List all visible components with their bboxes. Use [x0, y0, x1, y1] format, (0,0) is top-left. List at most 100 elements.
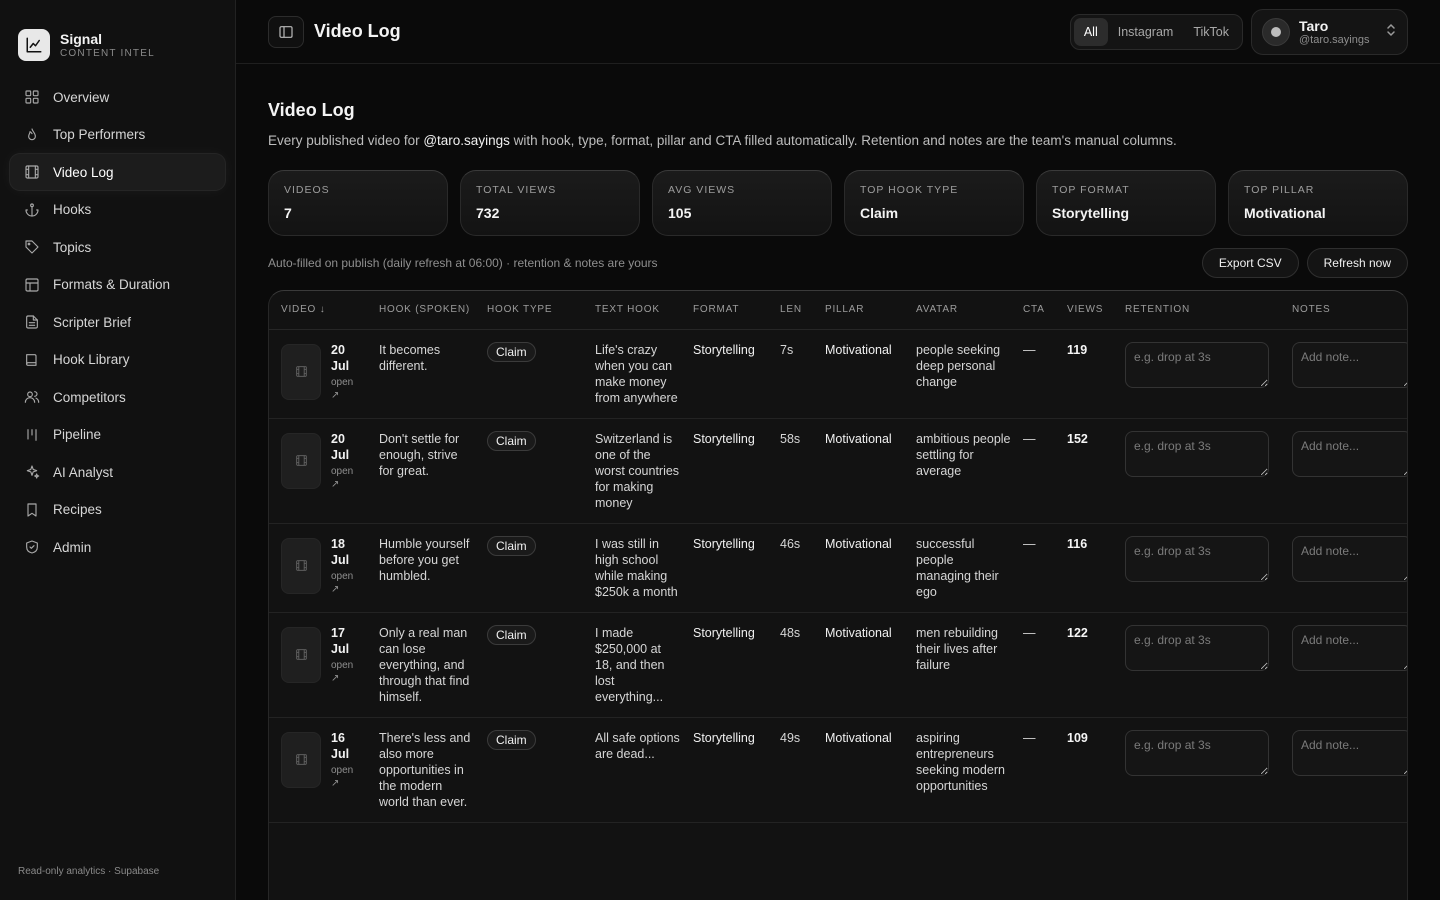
- account-switcher[interactable]: Taro @taro.sayings: [1251, 8, 1408, 55]
- column-header: CTA: [1011, 291, 1055, 330]
- platform-tab-instagram[interactable]: Instagram: [1108, 18, 1184, 46]
- stat-label: TOP FORMAT: [1052, 184, 1130, 196]
- topbar: Video Log All Instagram TikTok Taro @taro.…: [236, 0, 1440, 64]
- platform-tab-all[interactable]: All: [1073, 17, 1108, 46]
- format: Storytelling: [681, 523, 768, 613]
- open-link[interactable]: open ↗: [331, 659, 353, 685]
- hook-type-badge: Claim: [487, 430, 536, 451]
- page-description: Every published video for @taro.sayings …: [268, 133, 1408, 148]
- platform-tab-tiktok[interactable]: TikTok: [1183, 18, 1239, 46]
- video-date: 20 Jul open ↗: [331, 342, 353, 402]
- hook-type-cell: Claim: [475, 612, 583, 718]
- stat-value: 732: [476, 205, 500, 221]
- sidebar-item-label: AI Analyst: [53, 464, 114, 480]
- stat-label: TOP PILLAR: [1244, 184, 1315, 196]
- table-row[interactable]: 17 Jul open ↗ Only a real man can lose ever…: [269, 612, 1407, 718]
- account-handle: @taro.sayings: [1299, 33, 1370, 46]
- table-row[interactable]: 20 Jul open ↗ It becomes different. Claim Lif…: [269, 329, 1407, 419]
- sidebar-item-label: Formats & Duration: [53, 277, 171, 292]
- format: Storytelling: [681, 418, 768, 524]
- notes-input[interactable]: [1292, 535, 1407, 582]
- sidebar-item-scripter-brief[interactable]: Scripter Brief: [10, 304, 225, 340]
- text-hook: Life's crazy when you can make money fro…: [583, 329, 681, 419]
- sidebar-toggle-button[interactable]: [268, 15, 304, 48]
- book-icon: [24, 352, 40, 368]
- length: 58s: [768, 418, 813, 524]
- avatar-text: successful people managing their ego: [904, 523, 1011, 613]
- retention-input[interactable]: [1125, 341, 1269, 388]
- text-hook: I was still in high school while making …: [583, 523, 681, 613]
- sidebar-item-ai-analyst[interactable]: AI Analyst: [10, 454, 225, 490]
- column-header: RETENTION: [1113, 291, 1280, 330]
- export-csv-button[interactable]: Export CSV: [1201, 248, 1299, 278]
- video-cell: 17 Jul open ↗: [269, 612, 367, 718]
- hook-type-cell: Claim: [475, 717, 583, 823]
- kanban-icon: [24, 427, 40, 443]
- cta: —: [1011, 523, 1055, 613]
- column-header: HOOK (SPOKEN): [367, 291, 475, 330]
- sidebar-item-topics[interactable]: Topics: [10, 229, 225, 265]
- sidebar-item-overview[interactable]: Overview: [10, 79, 225, 115]
- film-icon: [295, 366, 307, 377]
- film-icon: [295, 649, 307, 660]
- sidebar-item-hook-library[interactable]: Hook Library: [10, 342, 225, 378]
- sidebar-item-formats-duration[interactable]: Formats & Duration: [10, 267, 225, 303]
- video-thumbnail[interactable]: [281, 626, 321, 683]
- video-thumbnail[interactable]: [281, 731, 321, 788]
- notes-input[interactable]: [1292, 624, 1407, 671]
- hook-type-badge: Claim: [487, 535, 536, 556]
- date-month: Jul: [331, 552, 350, 567]
- column-header: TEXT HOOK: [583, 291, 681, 330]
- notes-input[interactable]: [1292, 341, 1407, 388]
- sidebar-item-video-log[interactable]: Video Log: [10, 154, 225, 190]
- video-thumbnail[interactable]: [281, 432, 321, 489]
- stat-value: Storytelling: [1052, 205, 1130, 221]
- stat-value: 7: [284, 205, 292, 221]
- open-link[interactable]: open ↗: [331, 376, 353, 402]
- notes-input[interactable]: [1292, 430, 1407, 477]
- retention-cell: [1113, 329, 1280, 419]
- platform-filter: All Instagram TikTok: [1069, 13, 1243, 50]
- open-link[interactable]: open ↗: [331, 465, 353, 491]
- hook-type-badge: Claim: [487, 624, 536, 645]
- video-date: 16 Jul open ↗: [331, 730, 353, 790]
- table-row[interactable]: 20 Jul open ↗ Don't settle for enough, stri…: [269, 418, 1407, 524]
- sidebar-item-recipes[interactable]: Recipes: [10, 492, 225, 528]
- video-table: VIDEO ↓ HOOK (SPOKEN) HOOK TYPE TEXT HOOK FO…: [268, 290, 1408, 900]
- sidebar-footer: Read-only analytics · Supabase: [18, 866, 160, 877]
- sidebar-item-top-performers[interactable]: Top Performers: [10, 117, 225, 153]
- table-row[interactable]: 18 Jul open ↗ Humble yourself before you ge…: [269, 523, 1407, 613]
- date-day: 20: [331, 342, 345, 357]
- sidebar-item-competitors[interactable]: Competitors: [10, 379, 225, 415]
- stat-value: Motivational: [1244, 205, 1326, 221]
- video-thumbnail[interactable]: [281, 343, 321, 400]
- anchor-icon: [24, 202, 40, 218]
- file-text-icon: [24, 314, 40, 330]
- video-thumbnail[interactable]: [281, 537, 321, 594]
- open-link[interactable]: open ↗: [331, 764, 353, 790]
- date-day: 18: [331, 536, 345, 551]
- sidebar-item-hooks[interactable]: Hooks: [10, 192, 225, 228]
- sidebar-item-pipeline[interactable]: Pipeline: [10, 417, 225, 453]
- sidebar-item-label: Topics: [53, 239, 92, 255]
- views: 109: [1055, 717, 1113, 823]
- chevrons-up-down-icon: [1385, 23, 1397, 40]
- views: 152: [1055, 418, 1113, 524]
- video-date: 20 Jul open ↗: [331, 431, 353, 491]
- refresh-button[interactable]: Refresh now: [1306, 248, 1408, 278]
- retention-input[interactable]: [1125, 430, 1269, 477]
- date-day: 17: [331, 625, 345, 640]
- column-header[interactable]: VIDEO ↓: [269, 291, 367, 330]
- date-day: 20: [331, 431, 345, 446]
- brand[interactable]: Signal CONTENT INTEL: [0, 0, 235, 70]
- retention-input[interactable]: [1125, 535, 1269, 582]
- account-name: Taro: [1299, 17, 1329, 34]
- retention-input[interactable]: [1125, 729, 1269, 776]
- stat-value: Claim: [860, 205, 899, 221]
- open-link[interactable]: open ↗: [331, 570, 353, 596]
- column-header: VIEWS: [1055, 291, 1113, 330]
- table-row[interactable]: 16 Jul open ↗ There's less and also more op…: [269, 717, 1407, 823]
- sidebar-item-admin[interactable]: Admin: [10, 529, 225, 565]
- notes-input[interactable]: [1292, 729, 1407, 776]
- retention-input[interactable]: [1125, 624, 1269, 671]
